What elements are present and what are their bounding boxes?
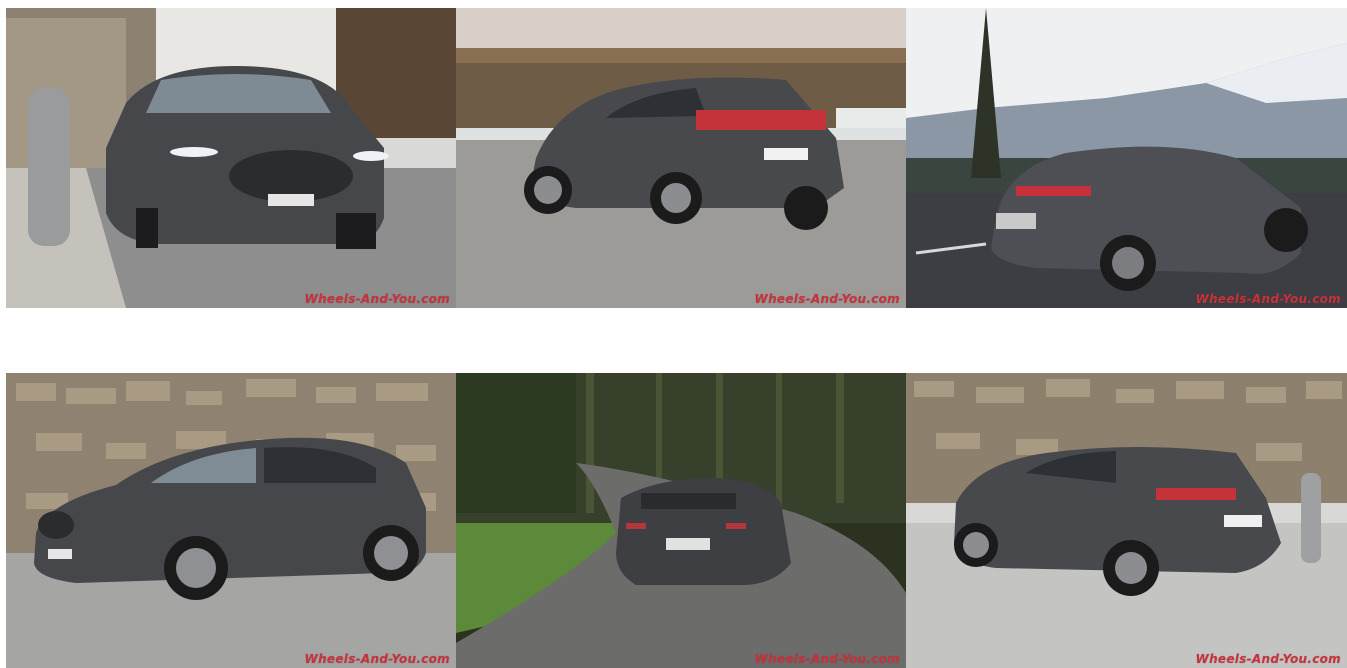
car-rear-wall-image bbox=[906, 373, 1347, 668]
car-forest-road-image bbox=[456, 373, 906, 668]
car-mountain-image bbox=[906, 8, 1347, 308]
watermark-text: Wheels-And-You.com bbox=[304, 652, 450, 666]
watermark-text: Wheels-And-You.com bbox=[754, 652, 900, 666]
watermark-text: Wheels-And-You.com bbox=[304, 292, 450, 306]
car-front-image bbox=[6, 8, 456, 308]
car-side-image bbox=[6, 373, 456, 668]
watermark-text: Wheels-And-You.com bbox=[1195, 292, 1341, 306]
photo-gallery: Wheels-And-You.com Wheels-And-You.com Wh… bbox=[0, 0, 1347, 668]
gallery-photo-1[interactable]: Wheels-And-You.com bbox=[6, 8, 456, 308]
car-rear-quarter-image bbox=[456, 8, 906, 308]
watermark-text: Wheels-And-You.com bbox=[1195, 652, 1341, 666]
gallery-photo-6[interactable]: Wheels-And-You.com bbox=[906, 373, 1347, 668]
gallery-photo-2[interactable]: Wheels-And-You.com bbox=[456, 8, 906, 308]
gallery-photo-4[interactable]: Wheels-And-You.com bbox=[6, 373, 456, 668]
watermark-text: Wheels-And-You.com bbox=[754, 292, 900, 306]
gallery-photo-5[interactable]: Wheels-And-You.com bbox=[456, 373, 906, 668]
gallery-photo-3[interactable]: Wheels-And-You.com bbox=[906, 8, 1347, 308]
